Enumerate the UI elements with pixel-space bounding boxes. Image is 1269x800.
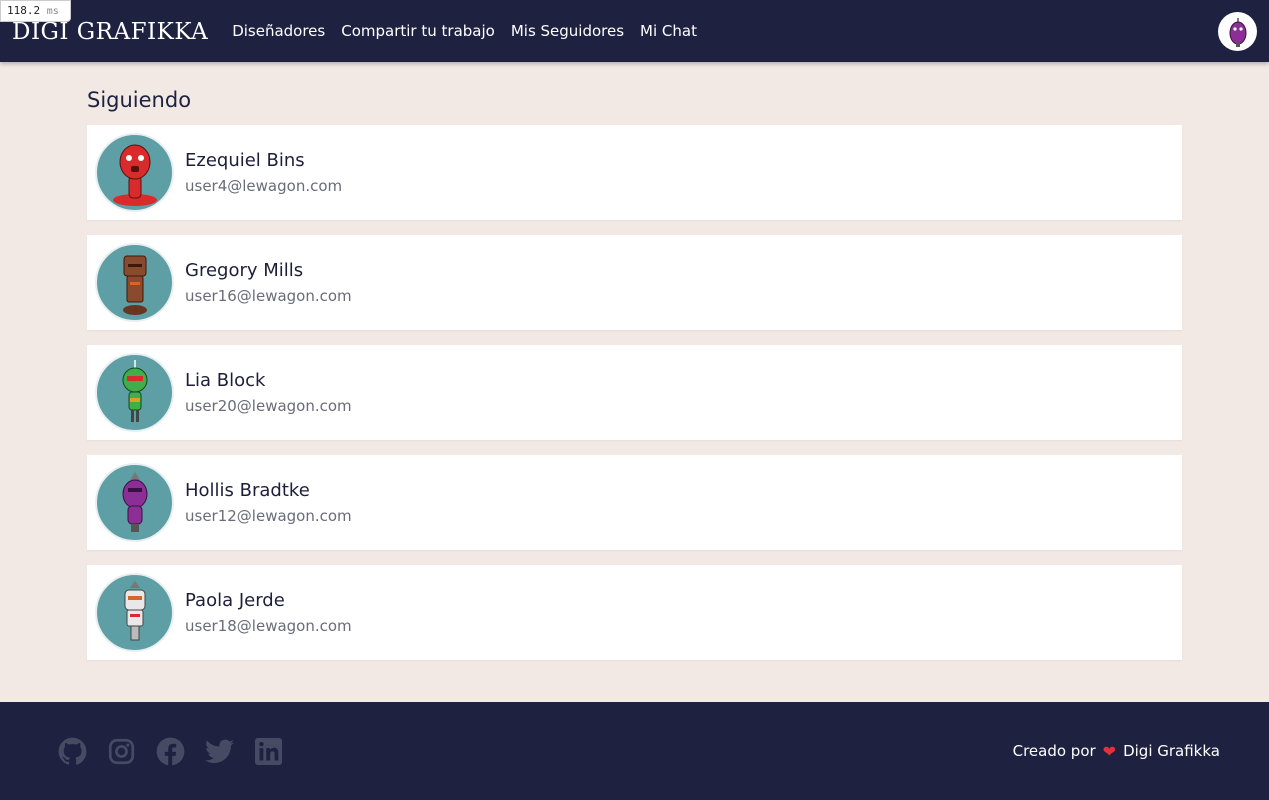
card-email: user20@lewagon.com <box>185 397 352 415</box>
card-avatar <box>95 353 174 432</box>
card-avatar <box>95 463 174 542</box>
social-links <box>58 737 283 766</box>
following-card[interactable]: Paola Jerde user18@lewagon.com <box>87 565 1182 660</box>
card-email: user18@lewagon.com <box>185 617 352 635</box>
robot-avatar-icon <box>1229 17 1246 47</box>
top-navbar: DIGI GRAFIKKA Diseñadores Compartir tu t… <box>0 0 1269 62</box>
robot-avatar-icon <box>122 359 147 422</box>
card-name: Gregory Mills <box>185 260 304 281</box>
robot-avatar-icon <box>112 144 157 206</box>
timing-unit: ms <box>46 6 59 17</box>
nav-link-compartir[interactable]: Compartir tu trabajo <box>341 22 495 40</box>
robot-avatar-icon <box>122 255 147 315</box>
following-card[interactable]: Gregory Mills user16@lewagon.com <box>87 235 1182 330</box>
card-name: Ezequiel Bins <box>185 150 305 171</box>
following-card[interactable]: Ezequiel Bins user4@lewagon.com <box>87 125 1182 220</box>
nav-link-seguidores[interactable]: Mis Seguidores <box>511 22 624 40</box>
robot-avatar-icon <box>122 471 147 532</box>
card-email: user12@lewagon.com <box>185 507 352 525</box>
main-content: Siguiendo Ezequiel Bins user4@lewagon.co… <box>87 62 1182 660</box>
twitter-icon[interactable] <box>205 737 234 766</box>
instagram-icon[interactable] <box>107 737 136 766</box>
nav-link-chat[interactable]: Mi Chat <box>640 22 697 40</box>
footer-credits: Creado por ❤ Digi Grafikka <box>1013 742 1220 761</box>
nav-link-disenadores[interactable]: Diseñadores <box>232 22 325 40</box>
facebook-icon[interactable] <box>156 737 185 766</box>
user-avatar[interactable] <box>1218 12 1257 51</box>
following-card[interactable]: Lia Block user20@lewagon.com <box>87 345 1182 440</box>
site-footer: Creado por ❤ Digi Grafikka <box>0 702 1269 800</box>
github-icon[interactable] <box>58 737 87 766</box>
card-avatar <box>95 573 174 652</box>
card-avatar <box>95 243 174 322</box>
heart-icon: ❤ <box>1102 741 1117 761</box>
card-email: user4@lewagon.com <box>185 177 343 195</box>
brand-logo[interactable]: DIGI GRAFIKKA <box>12 19 208 45</box>
following-card[interactable]: Hollis Bradtke user12@lewagon.com <box>87 455 1182 550</box>
card-name: Hollis Bradtke <box>185 480 310 501</box>
timing-value: 118.2 <box>7 4 41 17</box>
card-email: user16@lewagon.com <box>185 287 352 305</box>
nav-links: Diseñadores Compartir tu trabajo Mis Seg… <box>232 22 697 40</box>
credit-name-link[interactable]: Digi Grafikka <box>1123 742 1220 760</box>
card-avatar <box>95 133 174 212</box>
card-name: Paola Jerde <box>185 590 285 611</box>
page-title: Siguiendo <box>87 88 192 112</box>
render-timing-badge: 118.2 ms <box>0 0 71 22</box>
robot-avatar-icon <box>124 580 145 640</box>
card-name: Lia Block <box>185 370 266 391</box>
credit-prefix: Creado por <box>1012 742 1096 760</box>
linkedin-icon[interactable] <box>254 737 283 766</box>
